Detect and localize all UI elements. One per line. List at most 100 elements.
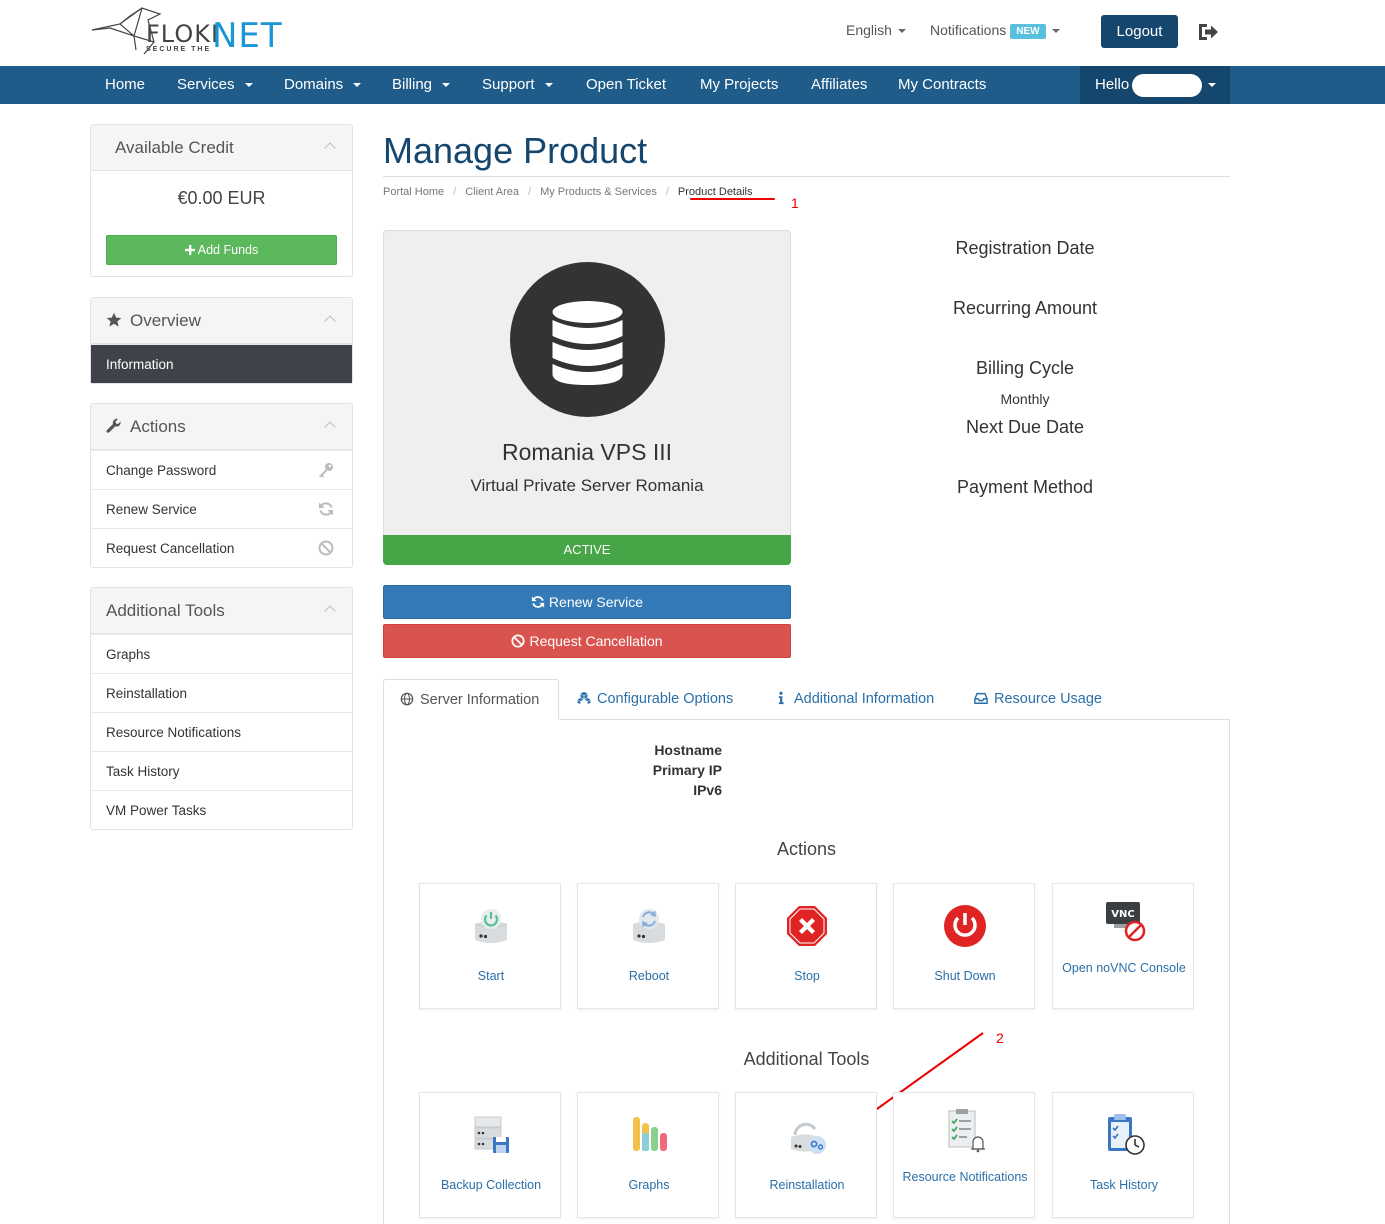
sidebar-item-renew-service[interactable]: Renew Service	[91, 489, 352, 528]
stop-label: Stop	[794, 969, 820, 983]
task-history-icon	[1108, 1114, 1145, 1155]
nav-home[interactable]: Home	[105, 66, 145, 104]
top-header: FLOKI NET SECURE THE English Notificatio…	[0, 0, 1385, 66]
account-dropdown[interactable]: Hello	[1080, 66, 1230, 104]
backup-collection-tile[interactable]: Backup Collection	[419, 1092, 561, 1218]
credit-amount: €0.00 EUR	[177, 188, 266, 208]
request-cancellation-label: Request Cancellation	[106, 541, 235, 556]
sidebar-item-resource-notifications[interactable]: Resource Notifications	[91, 712, 352, 751]
chevron-down-icon	[1051, 29, 1060, 34]
language-dropdown[interactable]: English	[846, 22, 906, 38]
reboot-tile[interactable]: Reboot	[577, 883, 719, 1009]
nav-my-projects-label: My Projects	[700, 76, 779, 93]
open-novnc-console-label: Open noVNC Console	[1062, 961, 1186, 975]
breadcrumb-products-services[interactable]: My Products & Services	[540, 186, 657, 198]
page-title: Manage Product	[383, 130, 648, 171]
backup-collection-label: Backup Collection	[440, 1178, 542, 1192]
vnc-icon-label: VNC	[1111, 909, 1134, 920]
backup-icon	[474, 1116, 509, 1153]
exit-icon[interactable]	[1196, 20, 1220, 44]
actions-panel-header[interactable]: Actions	[91, 404, 352, 450]
sidebar-item-change-password[interactable]: Change Password	[91, 450, 352, 489]
sidebar-item-reinstallation[interactable]: Reinstallation	[91, 673, 352, 712]
next-due-date-label: Next Due Date	[965, 417, 1085, 437]
actions-panel: Actions Change Password Renew Service Re…	[90, 403, 353, 568]
reboot-icon	[633, 909, 665, 943]
task-history-tile[interactable]: Task History	[1052, 1092, 1194, 1218]
stop-icon	[787, 906, 827, 946]
plus-icon	[184, 245, 195, 255]
start-label: Start	[477, 969, 505, 983]
nav-billing-label: Billing	[392, 76, 433, 93]
logout-button[interactable]: Logout	[1101, 15, 1178, 48]
chevron-down-icon	[353, 83, 362, 88]
tab-configurable-options[interactable]: Configurable Options	[577, 679, 733, 720]
tools-panel-title: Additional Tools	[106, 601, 225, 620]
nav-open-ticket[interactable]: Open Ticket	[586, 66, 666, 104]
nav-my-contracts-label: My Contracts	[898, 76, 987, 93]
sidebar-item-task-history[interactable]: Task History	[91, 751, 352, 790]
tab-resource-usage[interactable]: Resource Usage	[974, 679, 1102, 720]
change-password-label: Change Password	[106, 463, 217, 478]
chevron-up-icon	[324, 142, 336, 154]
credit-panel-title: Available Credit	[115, 138, 234, 157]
renew-service-button[interactable]: Renew Service	[383, 585, 791, 619]
nav-affiliates-label: Affiliates	[811, 76, 868, 93]
graphs-tile[interactable]: Graphs	[577, 1092, 719, 1218]
sidebar-item-information[interactable]: Information	[91, 344, 352, 383]
logo-tagline: SECURE THE	[146, 46, 212, 53]
request-cancellation-button[interactable]: Request Cancellation	[383, 624, 791, 658]
breadcrumb-client-area[interactable]: Client Area	[465, 186, 519, 198]
title-divider	[383, 176, 1230, 177]
stop-tile[interactable]: Stop	[735, 883, 877, 1009]
breadcrumb-separator: /	[665, 186, 669, 198]
tab-server-information[interactable]: Server Information	[383, 679, 559, 720]
nav-my-contracts[interactable]: My Contracts	[898, 66, 986, 104]
billing-cycle-label: Billing Cycle	[975, 358, 1075, 378]
add-funds-button[interactable]: Add Funds	[106, 235, 337, 265]
tab-additional-information[interactable]: Additional Information	[774, 679, 934, 720]
annotation-number-1: 1	[791, 195, 799, 211]
product-card: Romania VPS III Virtual Private Server R…	[383, 230, 791, 536]
chevron-up-icon	[324, 315, 336, 327]
breadcrumb-separator: /	[528, 186, 532, 198]
sidebar-item-graphs[interactable]: Graphs	[91, 634, 352, 673]
nav-affiliates[interactable]: Affiliates	[811, 66, 867, 104]
nav-open-ticket-label: Open Ticket	[586, 76, 667, 93]
registration-date-label: Registration Date	[955, 238, 1095, 258]
breadcrumb-separator: /	[453, 186, 457, 198]
task-history-label: Task History	[1089, 1178, 1159, 1192]
nav-my-projects[interactable]: My Projects	[700, 66, 778, 104]
refresh-icon	[319, 502, 333, 516]
notifications-dropdown[interactable]: Notifications NEW	[930, 22, 1060, 39]
breadcrumb-portal-home[interactable]: Portal Home	[383, 186, 444, 198]
shut-down-tile[interactable]: Shut Down	[893, 883, 1035, 1009]
ban-icon	[318, 540, 334, 556]
cubes-icon	[577, 691, 591, 705]
start-tile[interactable]: Start	[419, 883, 561, 1009]
reinstallation-tile[interactable]: Reinstallation	[735, 1092, 877, 1218]
annotation-number-2: 2	[996, 1030, 1004, 1046]
nav-services-label: Services	[177, 76, 235, 93]
site-logo[interactable]: FLOKI NET SECURE THE	[90, 4, 290, 60]
notifications-label: Notifications	[930, 22, 1007, 38]
nav-support[interactable]: Support	[482, 66, 553, 104]
info-icon	[778, 691, 784, 705]
nav-services[interactable]: Services	[177, 66, 253, 104]
breadcrumb: Portal Home / Client Area / My Products & Se…	[383, 186, 753, 198]
product-group: Virtual Private Server Romania	[470, 476, 704, 495]
resource-notifications-tile[interactable]: Resource Notifications	[893, 1092, 1035, 1218]
tools-panel-header[interactable]: Additional Tools	[91, 588, 352, 634]
renew-service-label: Renew Service	[106, 502, 197, 517]
logo-text-floki: FLOKI	[146, 20, 220, 48]
renew-service-button-label: Renew Service	[548, 594, 644, 610]
nav-billing[interactable]: Billing	[392, 66, 451, 104]
sidebar-item-vm-power-tasks[interactable]: VM Power Tasks	[91, 790, 352, 829]
nav-domains[interactable]: Domains	[284, 66, 362, 104]
overview-panel-header[interactable]: Overview	[91, 298, 352, 344]
open-novnc-console-tile[interactable]: VNC Open noVNC Console	[1052, 883, 1194, 1009]
tab-additional-information-label: Additional Information	[794, 691, 935, 707]
sidebar-item-request-cancellation[interactable]: Request Cancellation	[91, 528, 352, 567]
inbox-icon	[974, 692, 988, 704]
credit-panel-header[interactable]: Available Credit	[91, 125, 352, 171]
